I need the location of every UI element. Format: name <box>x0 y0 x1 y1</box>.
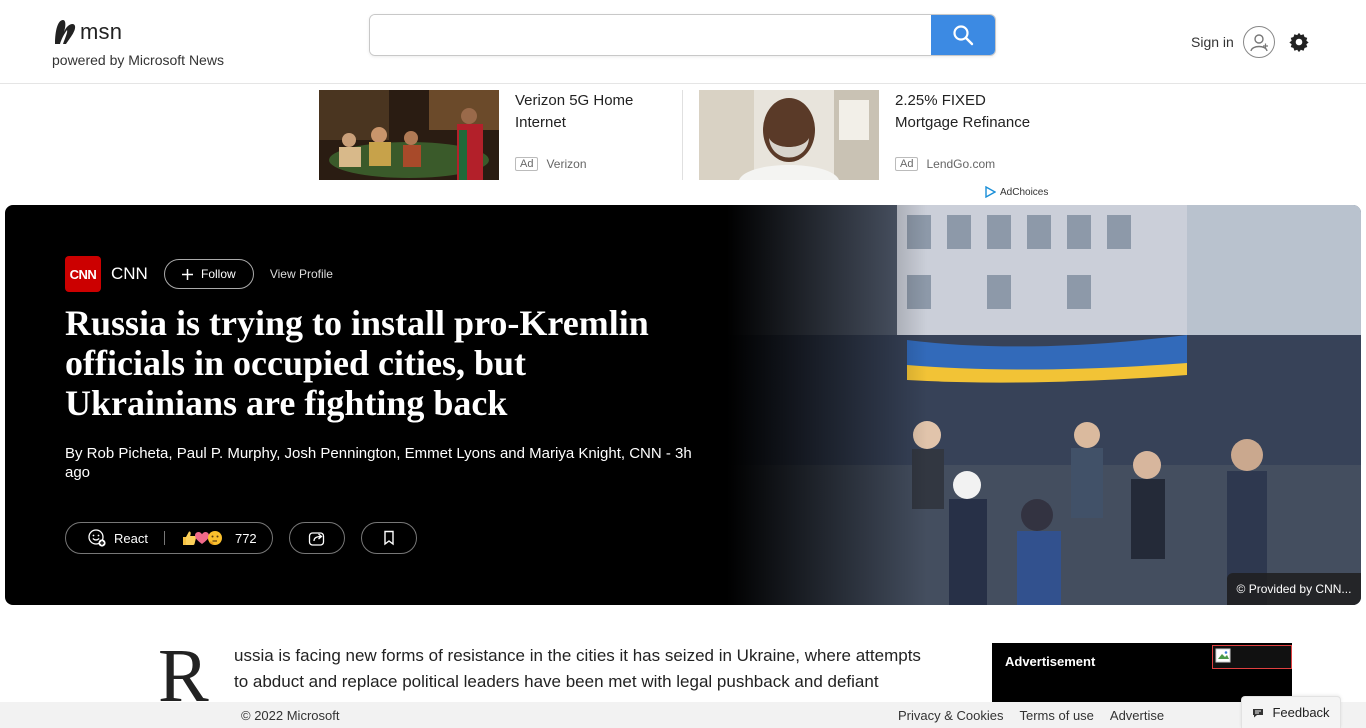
share-button[interactable] <box>289 522 345 554</box>
ad-advertiser: Verizon <box>546 157 587 171</box>
reaction-count: 772 <box>234 530 257 546</box>
feedback-icon <box>1253 708 1264 717</box>
source-row: CNN CNN Follow View Profile <box>65 256 333 292</box>
adchoices-label: AdChoices <box>1000 186 1049 198</box>
settings-gear-icon[interactable] <box>1288 31 1310 53</box>
logo-text: msn <box>80 19 123 44</box>
follow-button[interactable]: Follow <box>163 259 254 289</box>
article-hero: © Provided by CNN... CNN CNN Follow View… <box>5 205 1361 605</box>
user-icon <box>1250 34 1268 52</box>
advertisement-label: Advertisement <box>1005 654 1096 669</box>
header: msn powered by Microsoft News Sign in <box>0 0 1366 84</box>
search-icon <box>953 25 974 46</box>
ad-badge: Ad <box>895 157 919 171</box>
hero-image-fade <box>727 205 927 605</box>
source-name[interactable]: CNN <box>111 264 148 284</box>
search-input[interactable] <box>370 15 931 55</box>
article-body: ussia is facing new forms of resistance … <box>234 646 921 691</box>
reaction-emojis: 772 <box>181 530 257 546</box>
image-credit: © Provided by CNN... <box>1227 573 1361 605</box>
react-emoji-icon <box>88 529 106 547</box>
privacy-cookies-link[interactable]: Privacy & Cookies <box>898 708 1003 723</box>
msn-butterfly-icon <box>55 20 76 44</box>
ad-card-verizon[interactable]: Verizon 5G Home Internet Ad Verizon <box>319 90 664 180</box>
article-headline: Russia is trying to install pro-Kremlin … <box>65 303 649 423</box>
terms-of-use-link[interactable]: Terms of use <box>1019 708 1093 723</box>
sign-in-link[interactable]: Sign in <box>1191 34 1234 50</box>
adchoices-link[interactable]: AdChoices <box>984 186 1048 198</box>
ad-image-lendgo[interactable] <box>699 90 879 180</box>
advertise-link[interactable]: Advertise <box>1110 708 1164 723</box>
copyright: © 2022 Microsoft <box>241 708 340 723</box>
ad-badge: Ad <box>515 157 539 171</box>
ad-title[interactable]: Verizon 5G Home Internet <box>515 90 664 134</box>
react-button[interactable]: React 772 <box>65 522 273 554</box>
feedback-label: Feedback <box>1272 705 1330 720</box>
msn-logo[interactable]: msn <box>52 16 122 48</box>
ad-meta: Ad Verizon <box>515 157 587 171</box>
powered-by: powered by Microsoft News <box>52 52 224 68</box>
follow-label: Follow <box>201 267 236 281</box>
search-bar <box>369 14 996 56</box>
ad-image-verizon[interactable] <box>319 90 499 180</box>
plus-icon <box>182 268 193 280</box>
search-button[interactable] <box>931 15 995 55</box>
article-actions: React 772 <box>65 522 417 554</box>
adchoices-icon <box>985 186 996 198</box>
ad-title[interactable]: 2.25% FIXED Mortgage Refinance <box>895 90 1044 134</box>
view-profile-link[interactable]: View Profile <box>270 267 333 281</box>
footer-links: Privacy & Cookies Terms of use Advertise <box>898 708 1164 723</box>
feedback-button[interactable]: Feedback <box>1241 696 1341 728</box>
cnn-logo[interactable]: CNN <box>65 256 101 292</box>
thinking-face-icon <box>207 531 222 545</box>
save-button[interactable] <box>361 522 417 554</box>
article-byline: By Rob Picheta, Paul P. Murphy, Josh Pen… <box>65 445 692 481</box>
share-icon <box>308 532 325 546</box>
ad-card-lendgo[interactable]: 2.25% FIXED Mortgage Refinance Ad LendGo… <box>699 90 1044 180</box>
bookmark-icon <box>384 530 394 546</box>
ad-divider <box>682 90 683 180</box>
user-avatar-button[interactable] <box>1243 26 1275 58</box>
ad-advertiser: LendGo.com <box>926 157 996 171</box>
broken-image-icon[interactable] <box>1212 645 1292 669</box>
react-label: React <box>114 530 148 546</box>
ad-meta: Ad LendGo.com <box>895 157 995 171</box>
react-separator <box>163 531 165 545</box>
footer: © 2022 Microsoft Privacy & Cookies Terms… <box>0 702 1366 728</box>
